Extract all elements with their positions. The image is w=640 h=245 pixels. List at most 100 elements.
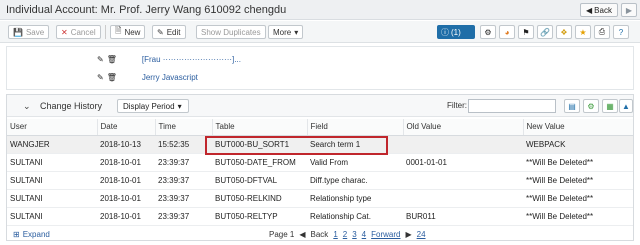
favorite-button[interactable]: ★	[575, 25, 591, 39]
save-icon: 💾	[13, 27, 23, 37]
cancel-icon: ✕	[61, 27, 68, 37]
pager-page-1[interactable]: 1	[333, 230, 337, 239]
link-button[interactable]: 🔗	[537, 25, 553, 39]
messages-button[interactable]: ⓘ (1)	[437, 25, 475, 39]
new-label: New	[124, 27, 141, 37]
rss-button[interactable]: ◕	[499, 25, 515, 39]
cell-new-value: **Will Be Deleted**	[523, 189, 633, 208]
print-icon: ⎙	[598, 27, 606, 36]
cell-date: 2018-10-01	[97, 207, 155, 226]
chart-button[interactable]: ▤	[564, 99, 580, 113]
note-link[interactable]: Jerry Javascript	[142, 73, 198, 82]
cell-table: BUT050-DFTVAL	[212, 171, 307, 190]
plus-icon: ⊞	[13, 230, 20, 239]
pager-page-2[interactable]: 2	[343, 230, 347, 239]
cell-old-value	[403, 189, 523, 208]
messages-count: (1)	[451, 27, 461, 37]
edit-note-icon[interactable]: ✎	[97, 55, 104, 64]
note-link[interactable]: [Frau ··························]...	[142, 55, 241, 64]
pager-forward[interactable]: Forward	[371, 230, 400, 239]
pager-forward-icon[interactable]: ▶	[405, 230, 411, 239]
expand-button[interactable]: ⊞ Expand	[13, 230, 50, 239]
cell-time: 15:52:35	[155, 135, 212, 154]
column-header-date[interactable]: Date	[97, 119, 156, 136]
settings-button[interactable]: ⚙	[480, 25, 496, 39]
display-period-label: Display Period	[123, 101, 175, 111]
cell-new-value: **Will Be Deleted**	[523, 153, 633, 172]
personalize-icon: ⚙	[587, 101, 595, 111]
back-label: Back	[594, 5, 612, 15]
pager-back-icon[interactable]: ◀	[299, 230, 305, 239]
export-button[interactable]: ▦	[602, 99, 618, 113]
cell-table: BUT050-DATE_FROM	[212, 153, 307, 172]
cell-field: Relationship type	[307, 189, 403, 208]
star-icon: ★	[579, 27, 587, 37]
pager-last[interactable]: 24	[417, 230, 426, 239]
pager-page: Page 1	[269, 230, 295, 239]
pager-back[interactable]: Back	[311, 230, 329, 239]
column-header-field[interactable]: Field	[307, 119, 404, 136]
cell-date: 2018-10-01	[97, 189, 155, 208]
personalize-button[interactable]: ⚙	[583, 99, 599, 113]
toolbar-separator	[105, 25, 106, 39]
change-history-title: Change History	[40, 101, 103, 111]
column-header-user[interactable]: User	[7, 119, 98, 136]
edit-button[interactable]: ✎ Edit	[152, 25, 186, 39]
toolbar: 💾 Save ✕ Cancel 🗎 New ✎ Edit Show Duplic…	[0, 21, 640, 43]
chart-icon: ▤	[568, 101, 576, 111]
change-history-panel: ⌄ Change History Display Period ▾ Filter…	[6, 94, 634, 241]
table-row[interactable]: SULTANI 2018-10-01 23:39:37 BUT050-RELTY…	[7, 207, 633, 226]
cell-table: BUT050-RELKIND	[212, 189, 307, 208]
bookmark-icon: ⚑	[522, 27, 530, 37]
cell-old-value: BUR011	[403, 207, 523, 226]
column-header-old-value[interactable]: Old Value	[403, 119, 524, 136]
table-row[interactable]: SULTANI 2018-10-01 23:39:37 BUT050-DATE_…	[7, 153, 633, 172]
cell-time: 23:39:37	[155, 153, 212, 172]
cell-new-value: WEBPACK	[523, 135, 633, 154]
table-row[interactable]: WANGJER 2018-10-13 15:52:35 BUT000-BU_SO…	[7, 135, 633, 154]
cell-user: WANGJER	[7, 135, 97, 154]
print-button[interactable]: ⎙	[594, 25, 610, 39]
bookmark-button[interactable]: ⚑	[518, 25, 534, 39]
info-icon: ⓘ	[441, 27, 449, 37]
new-button[interactable]: 🗎 New	[110, 25, 146, 39]
edit-note-icon[interactable]: ✎	[97, 73, 104, 82]
delete-note-icon[interactable]: 🗑	[107, 55, 117, 64]
cell-table: BUT000-BU_SORT1	[212, 135, 307, 154]
help-button[interactable]: ?	[613, 25, 629, 39]
cell-date: 2018-10-01	[97, 171, 155, 190]
more-button[interactable]: More ▾	[268, 25, 304, 39]
more-label: More	[273, 27, 292, 37]
tag-button[interactable]: ❖	[556, 25, 572, 39]
forward-button[interactable]: ▶	[621, 3, 637, 17]
export-icon: ▦	[606, 101, 614, 111]
cell-time: 23:39:37	[155, 171, 212, 190]
cancel-label: Cancel	[70, 27, 96, 37]
show-duplicates-button[interactable]: Show Duplicates	[196, 25, 266, 39]
collapse-chevron-icon[interactable]: ⌄	[23, 101, 31, 112]
chevron-down-icon: ▾	[294, 27, 299, 37]
scroll-up-button[interactable]: ▲	[619, 99, 633, 113]
table-row[interactable]: SULTANI 2018-10-01 23:39:37 BUT050-DFTVA…	[7, 171, 633, 190]
cell-user: SULTANI	[7, 171, 97, 190]
back-button[interactable]: ◀ Back	[580, 3, 618, 17]
filter-input[interactable]	[468, 99, 556, 113]
table-row[interactable]: SULTANI 2018-10-01 23:39:37 BUT050-RELKI…	[7, 189, 633, 208]
note-item: ✎ 🗑 Jerry Javascript	[97, 71, 198, 83]
pager-page-3[interactable]: 3	[352, 230, 356, 239]
cell-date: 2018-10-13	[97, 135, 155, 154]
cell-time: 23:39:37	[155, 207, 212, 226]
pager-page-4[interactable]: 4	[362, 230, 366, 239]
column-header-table[interactable]: Table	[212, 119, 308, 136]
cell-user: SULTANI	[7, 207, 97, 226]
table-header-row: User Date Time Table Field Old Value New…	[7, 119, 633, 136]
delete-note-icon[interactable]: 🗑	[107, 73, 117, 82]
cancel-button[interactable]: ✕ Cancel	[56, 25, 101, 39]
cell-old-value	[403, 135, 523, 154]
cell-field: Search term 1	[307, 135, 403, 154]
display-period-button[interactable]: Display Period ▾	[117, 99, 189, 113]
column-header-time[interactable]: Time	[155, 119, 213, 136]
column-header-new-value[interactable]: New Value	[523, 119, 633, 136]
arrow-right-icon: ▶	[625, 5, 633, 15]
save-button[interactable]: 💾 Save	[8, 25, 50, 39]
